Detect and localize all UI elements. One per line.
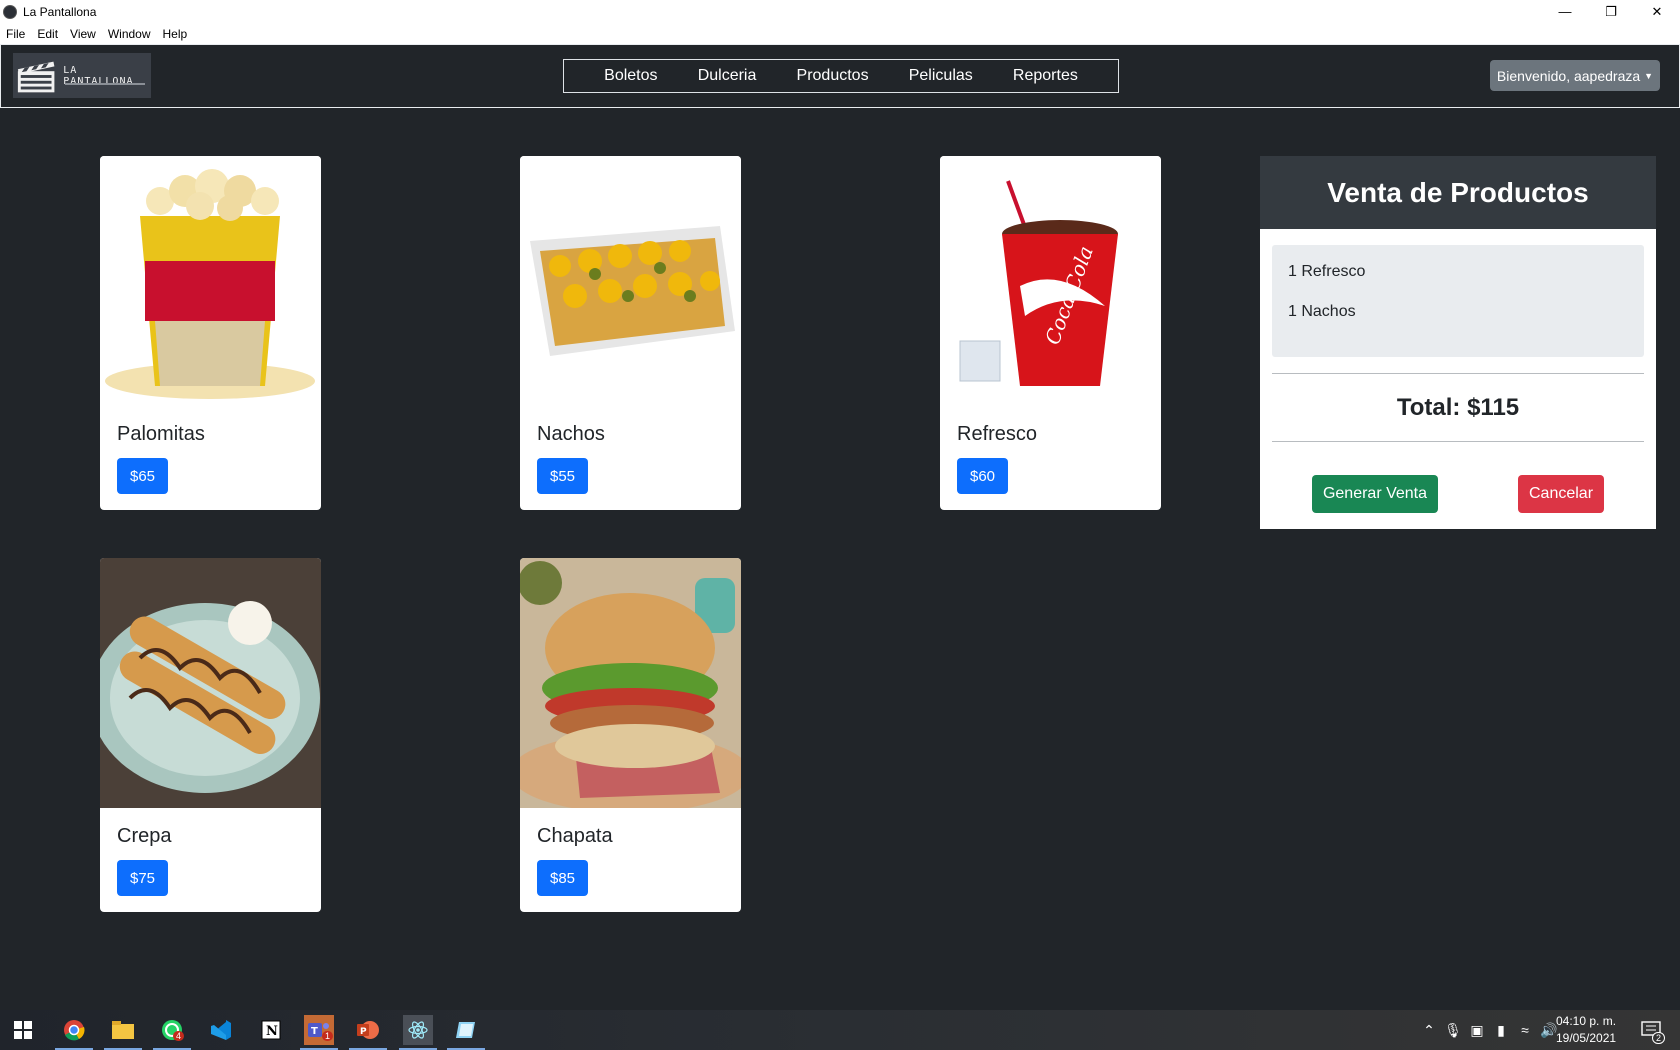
user-dropdown-button[interactable]: Bienvenido, aapedraza ▼	[1490, 60, 1660, 91]
menu-edit[interactable]: Edit	[31, 27, 64, 41]
svg-text:T: T	[311, 1026, 318, 1037]
windows-start-icon[interactable]	[8, 1015, 38, 1045]
window-title: La Pantallona	[23, 4, 97, 19]
sale-items-list: 1 Refresco 1 Nachos	[1272, 245, 1644, 357]
logo[interactable]: LA PANTALLONA	[13, 53, 151, 98]
window-titlebar: La Pantallona — ❐ ✕	[0, 0, 1680, 23]
menu-help[interactable]: Help	[157, 27, 194, 41]
clock[interactable]: 04:10 p. m. 19/05/2021	[1556, 1013, 1616, 1047]
svg-text:N: N	[266, 1024, 278, 1039]
chevron-up-icon[interactable]: ⌃	[1417, 1022, 1441, 1039]
price-button[interactable]: $55	[537, 458, 589, 494]
price-button[interactable]: $60	[957, 458, 1009, 494]
nachos-image	[520, 156, 741, 406]
menu-file[interactable]: File	[0, 27, 31, 41]
popcorn-image	[100, 156, 321, 406]
product-name: Chapata	[537, 825, 613, 847]
product-name: Palomitas	[117, 423, 205, 445]
nav-links: Boletos Dulceria Productos Peliculas Rep…	[563, 59, 1119, 93]
microphone-icon[interactable]: 🎙	[1441, 1022, 1465, 1039]
caret-down-icon: ▼	[1644, 70, 1654, 81]
divider	[1272, 373, 1644, 374]
whatsapp-icon[interactable]: 4	[153, 1015, 191, 1050]
system-tray: ⌃ 🎙 ▣ ▮ ≈ 🔊	[1417, 1010, 1561, 1050]
security-icon[interactable]: ▣	[1465, 1022, 1489, 1039]
soda-image: Coca-Cola	[940, 156, 1161, 406]
vscode-icon[interactable]	[206, 1015, 236, 1045]
notification-count: 2	[1652, 1032, 1666, 1044]
electron-app-icon[interactable]	[399, 1015, 437, 1050]
menu-bar: File Edit View Window Help	[0, 23, 1680, 44]
crepe-image	[100, 558, 321, 808]
file-explorer-icon[interactable]	[104, 1015, 142, 1050]
chrome-icon[interactable]	[55, 1015, 93, 1050]
menu-view[interactable]: View	[64, 27, 102, 41]
product-card-palomitas: Palomitas $65	[100, 156, 321, 510]
navbar: LA PANTALLONA Boletos Dulceria Productos…	[0, 44, 1680, 108]
svg-text:P: P	[360, 1027, 367, 1037]
price-button[interactable]: $85	[537, 860, 589, 896]
product-name: Crepa	[117, 825, 172, 847]
taskbar: 4 N T 1 P ⌃ 🎙 ▣ ▮ ≈ 🔊 04:10 p. m. 19/05/…	[0, 1010, 1680, 1050]
product-name: Nachos	[537, 423, 605, 445]
logo-tagline	[65, 83, 145, 85]
minimize-icon[interactable]: —	[1542, 0, 1588, 23]
powerpoint-icon[interactable]: P	[349, 1015, 387, 1050]
sale-title: Venta de Productos	[1260, 156, 1656, 229]
product-card-refresco: Coca-Cola Refresco $60	[940, 156, 1161, 510]
notification-badge: 4	[173, 1031, 185, 1041]
notification-badge: 1	[322, 1031, 334, 1041]
sale-panel: Venta de Productos 1 Refresco 1 Nachos T…	[1260, 156, 1656, 529]
wifi-icon[interactable]: ≈	[1513, 1022, 1537, 1038]
clapperboard-icon	[17, 61, 55, 92]
product-name: Refresco	[957, 423, 1038, 445]
clock-date: 19/05/2021	[1556, 1031, 1617, 1045]
notion-icon[interactable]: N	[256, 1015, 286, 1045]
user-greeting: Bienvenido, aapedraza	[1496, 67, 1641, 84]
price-button[interactable]: $75	[117, 860, 169, 896]
notifications-icon[interactable]: 2	[1636, 1015, 1666, 1045]
teams-icon[interactable]: T 1	[300, 1015, 338, 1050]
product-card-nachos: Nachos $55	[520, 156, 741, 510]
generate-sale-button[interactable]: Generar Venta	[1312, 475, 1438, 513]
product-card-crepa: Crepa $75	[100, 558, 321, 912]
nav-boletos[interactable]: Boletos	[604, 67, 657, 85]
restore-icon[interactable]: ❐	[1588, 0, 1634, 23]
nav-peliculas[interactable]: Peliculas	[909, 67, 973, 85]
divider	[1272, 441, 1644, 442]
sale-item: 1 Nachos	[1288, 303, 1356, 320]
sale-total: Total: $115	[1396, 394, 1520, 421]
nav-reportes[interactable]: Reportes	[1013, 67, 1078, 85]
product-card-chapata: Chapata $85	[520, 558, 741, 912]
close-icon[interactable]: ✕	[1634, 0, 1680, 23]
price-button[interactable]: $65	[117, 458, 169, 494]
menu-window[interactable]: Window	[102, 27, 157, 41]
clock-time: 04:10 p. m.	[1556, 1014, 1617, 1028]
sale-item: 1 Refresco	[1288, 263, 1366, 280]
battery-icon[interactable]: ▮	[1489, 1022, 1513, 1039]
cancel-button[interactable]: Cancelar	[1518, 475, 1604, 513]
chapata-image	[520, 558, 741, 808]
nav-productos[interactable]: Productos	[797, 67, 869, 85]
nav-dulceria[interactable]: Dulceria	[698, 67, 757, 85]
notes-app-icon[interactable]	[447, 1015, 485, 1050]
app-icon	[3, 4, 17, 19]
